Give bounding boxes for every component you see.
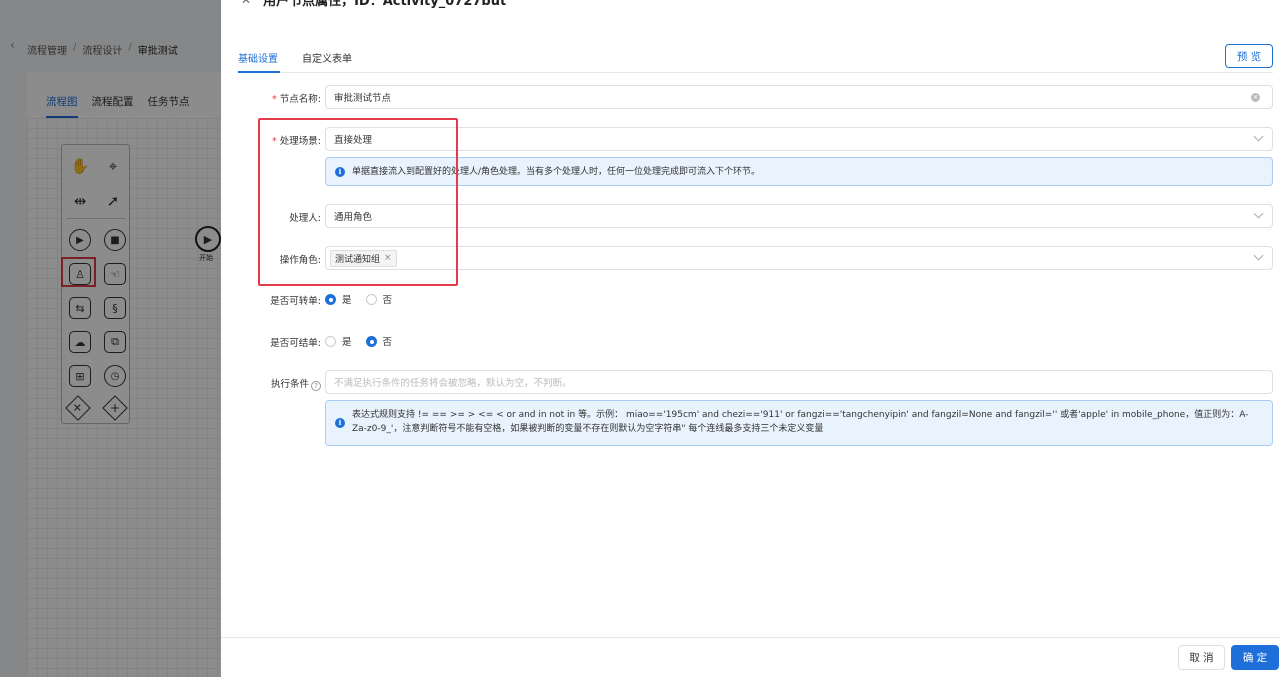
- scenario-tip: i 单据直接流入到配置好的处理人/角色处理。当有多个处理人时，任何一位处理完成即…: [325, 157, 1273, 186]
- drawer-title: 用户节点属性，ID：Activity_0727but: [263, 0, 507, 9]
- closable-no-radio[interactable]: 否: [365, 334, 392, 348]
- cancel-button[interactable]: 取 消: [1178, 645, 1225, 670]
- scenario-select[interactable]: 直接处理: [325, 127, 1273, 151]
- confirm-button[interactable]: 确 定: [1231, 645, 1279, 670]
- node-name-input[interactable]: 审批测试节点 ✕: [325, 85, 1273, 109]
- close-icon[interactable]: ✕: [241, 0, 251, 7]
- handler-select[interactable]: 通用角色: [325, 204, 1273, 228]
- node-name-value: 审批测试节点: [334, 93, 392, 104]
- closable-radio-group: 是 否: [325, 334, 392, 348]
- clear-icon[interactable]: ✕: [1251, 93, 1260, 102]
- role-select[interactable]: 测试通知组 ×: [325, 246, 1273, 270]
- node-name-label: * 节点名称:: [272, 94, 321, 105]
- preview-button[interactable]: 预 览: [1225, 44, 1273, 68]
- drawer-header: ✕ 用户节点属性，ID：Activity_0727but: [241, 0, 506, 9]
- condition-placeholder: 不满足执行条件的任务将会被忽略，默认为空，不判断。: [334, 378, 572, 389]
- annotation-highlight-box: [258, 118, 458, 286]
- transferable-label: 是否可转单:: [270, 296, 321, 307]
- node-properties-drawer: ✕ 用户节点属性，ID：Activity_0727but 基础设置 自定义表单 …: [221, 0, 1280, 677]
- condition-tip: i 表达式规则支持 != == >= > <= < or and in not …: [325, 400, 1273, 446]
- footer-divider: [221, 637, 1280, 638]
- closable-label: 是否可结单:: [270, 338, 321, 349]
- condition-input[interactable]: 不满足执行条件的任务将会被忽略，默认为空，不判断。: [325, 370, 1273, 394]
- chevron-down-icon: [1253, 208, 1264, 219]
- transferable-no-radio[interactable]: 否: [365, 292, 392, 306]
- condition-label: 执行条件?: [221, 376, 321, 391]
- drawer-tabs: 基础设置 自定义表单: [238, 50, 352, 73]
- help-icon[interactable]: ?: [311, 381, 321, 391]
- transferable-yes-radio[interactable]: 是: [325, 292, 352, 306]
- info-icon: i: [335, 418, 345, 428]
- tabs-divider: [238, 72, 1273, 73]
- transferable-radio-group: 是 否: [325, 292, 392, 306]
- tab-custom-form[interactable]: 自定义表单: [302, 50, 352, 73]
- chevron-down-icon: [1253, 250, 1264, 261]
- tab-basic-settings[interactable]: 基础设置: [238, 50, 278, 73]
- chevron-down-icon: [1253, 131, 1264, 142]
- tab-active-indicator: [238, 71, 280, 73]
- condition-tip-text: 表达式规则支持 != == >= > <= < or and in not in…: [352, 410, 1249, 434]
- closable-yes-radio[interactable]: 是: [325, 334, 352, 348]
